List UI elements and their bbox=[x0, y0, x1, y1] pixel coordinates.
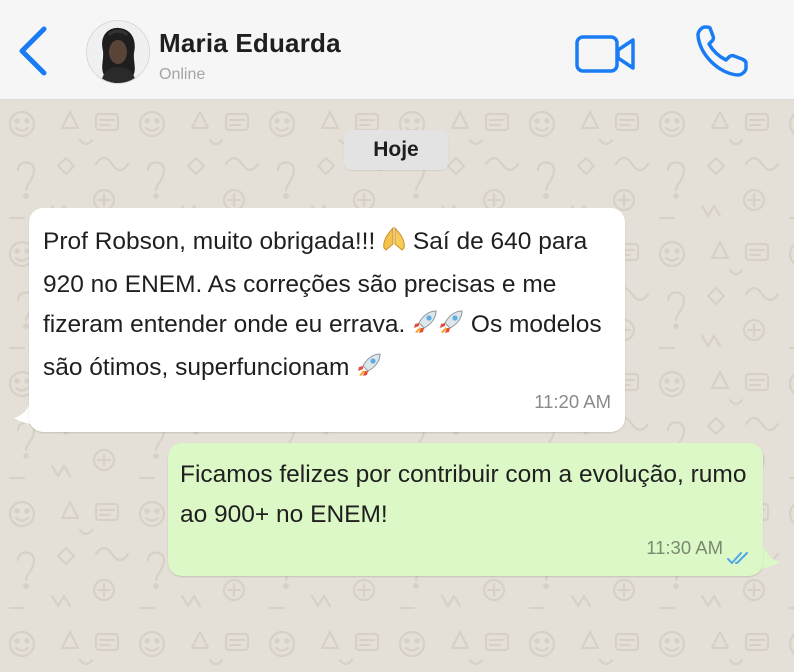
date-separator: Hoje bbox=[344, 130, 448, 170]
video-call-button[interactable] bbox=[574, 34, 638, 74]
message-timestamp: 11:30 AM bbox=[646, 537, 723, 558]
rocket-icon bbox=[412, 308, 438, 348]
back-button[interactable] bbox=[12, 25, 54, 77]
folded-hands-icon bbox=[382, 225, 406, 265]
video-camera-icon bbox=[575, 35, 635, 73]
message-timestamp: 11:20 AM bbox=[534, 391, 611, 412]
chevron-left-icon bbox=[19, 26, 47, 76]
contact-photo bbox=[87, 21, 149, 83]
message-text: Ficamos felizes por contribuir com a evo… bbox=[180, 461, 747, 528]
voice-call-button[interactable] bbox=[693, 22, 751, 80]
message-text-part: Prof Robson, muito obrigada!!! bbox=[43, 228, 383, 255]
phone-icon bbox=[696, 25, 748, 77]
rocket-icon bbox=[356, 351, 382, 391]
chat-area[interactable]: Hoje Prof Robson, muito obrigada!!! Saí … bbox=[0, 100, 794, 672]
contact-status: Online bbox=[159, 66, 206, 83]
rocket-icon bbox=[438, 308, 464, 348]
contact-name[interactable]: Maria Eduarda bbox=[159, 28, 341, 59]
chat-screen: Maria Eduarda Online Hoje Prof Robson, m… bbox=[0, 0, 794, 672]
message-bubble-outgoing[interactable]: Ficamos felizes por contribuir com a evo… bbox=[168, 443, 763, 576]
double-check-icon bbox=[727, 552, 748, 564]
message-text: Prof Robson, muito obrigada!!! Saí de 64… bbox=[43, 222, 611, 391]
avatar[interactable] bbox=[86, 20, 150, 84]
chat-header: Maria Eduarda Online bbox=[0, 0, 794, 100]
message-bubble-incoming[interactable]: Prof Robson, muito obrigada!!! Saí de 64… bbox=[29, 208, 625, 432]
